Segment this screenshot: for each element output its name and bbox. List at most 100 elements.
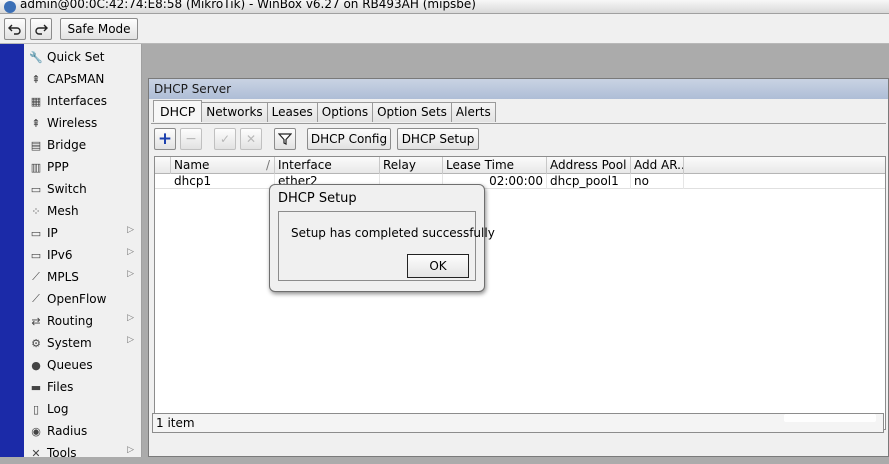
menu-item-ip[interactable]: ▭ IP ▷: [24, 222, 142, 244]
bridge-icon: ▤: [30, 138, 42, 152]
cell-address-pool: dhcp_pool1: [547, 174, 631, 189]
menu-item-switch[interactable]: ▭ Switch: [24, 178, 142, 200]
minus-icon: −: [185, 131, 197, 147]
ppp-icon: ▥: [30, 160, 42, 174]
menu-item-label: Wireless: [47, 116, 98, 130]
undo-button[interactable]: [4, 18, 26, 40]
plus-icon: +: [157, 129, 173, 149]
redo-button[interactable]: [30, 18, 52, 40]
watermark-logo-icon: [784, 348, 876, 422]
dhcp-config-button[interactable]: DHCP Config: [307, 128, 391, 150]
column-relay[interactable]: Relay: [380, 157, 443, 174]
ip-icon: ▭: [30, 226, 42, 240]
add-button[interactable]: +: [154, 128, 176, 150]
submenu-arrow-icon: ▷: [127, 313, 134, 323]
ok-button[interactable]: OK: [407, 254, 469, 278]
column-add-arp[interactable]: Add AR...: [631, 157, 684, 174]
disable-button[interactable]: ✕: [240, 128, 262, 150]
switch-icon: ▭: [30, 182, 42, 196]
redo-icon: [35, 24, 48, 35]
log-icon: ▯: [32, 402, 40, 416]
submenu-arrow-icon: ▷: [127, 225, 134, 235]
interfaces-icon: ▦: [30, 94, 42, 108]
menu-item-label: IP: [47, 226, 58, 240]
tab-option-sets[interactable]: Option Sets: [372, 102, 452, 122]
tab-alerts[interactable]: Alerts: [450, 102, 496, 122]
menu-item-radius[interactable]: ◉ Radius: [24, 420, 142, 442]
tab-networks[interactable]: Networks: [201, 102, 268, 122]
dhcp-server-table: Name / Interface Relay Lease Time Addres…: [154, 156, 886, 430]
menu-item-quick-set[interactable]: 🔧 Quick Set: [24, 46, 142, 68]
dialog-body: Setup has completed successfully OK: [278, 211, 495, 281]
menu-item-files[interactable]: ▬ Files: [24, 376, 142, 398]
remove-button[interactable]: −: [180, 128, 202, 150]
menu-item-label: MPLS: [47, 270, 79, 284]
menu-item-system[interactable]: ⚙ System ▷: [24, 332, 142, 354]
column-interface[interactable]: Interface: [275, 157, 380, 174]
menu-item-ppp[interactable]: ▥ PPP: [24, 156, 142, 178]
column-address-pool[interactable]: Address Pool: [547, 157, 631, 174]
dhcp-server-window: DHCP Server DHCP Networks Leases Options…: [148, 78, 889, 457]
system-icon: ⚙: [31, 336, 41, 350]
menu-item-openflow[interactable]: ⟋ OpenFlow: [24, 288, 142, 310]
routing-icon: ⇄: [31, 314, 41, 328]
menu-item-label: Mesh: [47, 204, 79, 218]
queues-icon: ●: [31, 358, 41, 372]
quick-set-icon: 🔧: [29, 50, 43, 64]
dhcp-tabs: DHCP Networks Leases Options Option Sets…: [153, 100, 496, 123]
column-select: [155, 157, 171, 174]
tab-dhcp[interactable]: DHCP: [153, 100, 203, 122]
status-bar: 1 item: [152, 413, 884, 433]
dialog-message: Setup has completed successfully: [291, 226, 495, 240]
openflow-icon: ⟋: [32, 292, 40, 305]
menu-item-mpls[interactable]: ⟋ MPLS ▷: [24, 266, 142, 288]
radius-icon: ◉: [31, 424, 41, 438]
files-icon: ▬: [30, 380, 42, 394]
dialog-title: DHCP Setup: [278, 191, 357, 206]
menu-item-log[interactable]: ▯ Log: [24, 398, 142, 420]
menu-item-label: Quick Set: [47, 50, 105, 64]
ipv6-icon: ▭: [30, 248, 42, 262]
menu-item-label: Radius: [47, 424, 88, 438]
table-row[interactable]: dhcp1 ether2 02:00:00 dhcp_pool1 no: [155, 174, 885, 189]
menu-item-routing[interactable]: ⇄ Routing ▷: [24, 310, 142, 332]
menu-item-label: Interfaces: [47, 94, 107, 108]
capsman-icon: ⇞: [31, 72, 41, 86]
menu-item-bridge[interactable]: ▤ Bridge: [24, 134, 142, 156]
menu-item-mesh[interactable]: ⁘ Mesh: [24, 200, 142, 222]
enable-button[interactable]: ✓: [214, 128, 236, 150]
menu-item-label: Routing: [47, 314, 94, 328]
menu-item-interfaces[interactable]: ▦ Interfaces: [24, 90, 142, 112]
tab-options[interactable]: Options: [316, 102, 374, 122]
column-lease-time[interactable]: Lease Time: [443, 157, 547, 174]
menu-item-label: Queues: [47, 358, 93, 372]
dhcp-setup-dialog: DHCP Setup Setup has completed successfu…: [269, 184, 495, 292]
tab-leases[interactable]: Leases: [266, 102, 318, 122]
safe-mode-button[interactable]: Safe Mode: [60, 18, 138, 40]
mesh-icon: ⁘: [31, 204, 41, 218]
menu-item-label: OpenFlow: [47, 292, 107, 306]
menu-item-label: IPv6: [47, 248, 73, 262]
menu-item-wireless[interactable]: ⇞ Wireless: [24, 112, 142, 134]
undo-icon: [8, 24, 21, 35]
menu-item-tools[interactable]: ✕ Tools ▷: [24, 442, 142, 464]
column-name[interactable]: Name /: [171, 157, 275, 174]
cross-icon: ✕: [245, 132, 257, 146]
submenu-arrow-icon: ▷: [127, 269, 134, 279]
filter-button[interactable]: [274, 128, 296, 150]
cell-add-arp: no: [631, 174, 684, 189]
menu-item-label: Log: [47, 402, 69, 416]
dhcp-setup-button[interactable]: DHCP Setup: [397, 128, 479, 150]
main-toolbar: Safe Mode: [0, 14, 889, 44]
menu-item-capsman[interactable]: ⇞ CAPsMAN: [24, 68, 142, 90]
window-title: admin@00:0C:42:74:E8:58 (MikroTik) - Win…: [20, 0, 476, 11]
title-bar: admin@00:0C:42:74:E8:58 (MikroTik) - Win…: [0, 0, 889, 14]
side-menu: 🔧 Quick Set ⇞ CAPsMAN ▦ Interfaces ⇞ Wireless ▤ B…: [24, 44, 142, 460]
menu-item-label: PPP: [47, 160, 69, 174]
menu-item-ipv6[interactable]: ▭ IPv6 ▷: [24, 244, 142, 266]
sidebar-brand-strip: [0, 44, 24, 457]
menu-item-label: System: [47, 336, 92, 350]
table-header: Name / Interface Relay Lease Time Addres…: [155, 157, 885, 174]
menu-item-label: Switch: [47, 182, 87, 196]
menu-item-queues[interactable]: ● Queues: [24, 354, 142, 376]
